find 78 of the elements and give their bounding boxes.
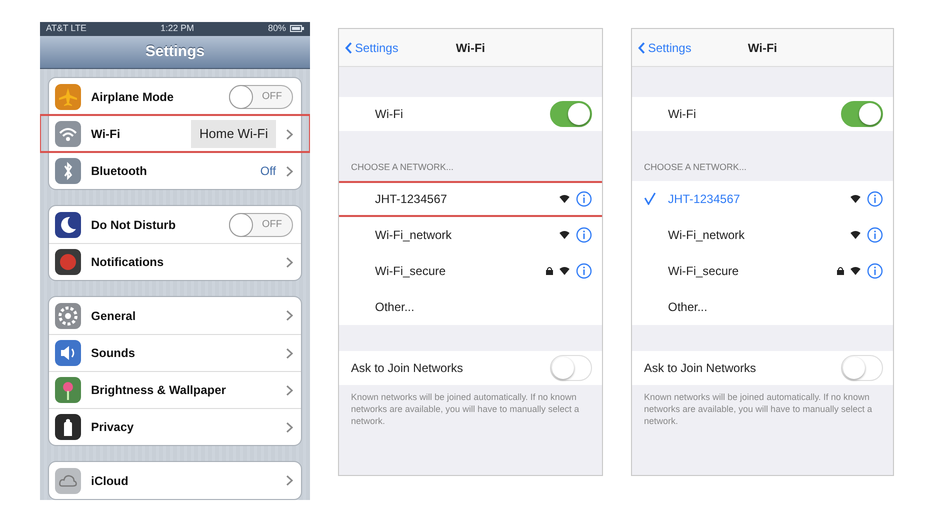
row-label: Do Not Disturb — [91, 216, 177, 234]
network-name: JHT-1234567 — [668, 190, 742, 208]
row-label: Airplane Mode — [91, 88, 175, 106]
network-name: Wi-Fi_network — [668, 226, 746, 244]
network-name: Wi-Fi_secure — [375, 262, 447, 280]
settings-row[interactable]: General — [49, 297, 301, 334]
info-icon[interactable] — [576, 226, 592, 242]
footnote-text: Known networks will be joined automatically. If no known networks are available, you will have to manually select a network. — [643, 390, 874, 428]
network-row[interactable]: Wi-Fi_secure — [339, 252, 602, 288]
wifi-signal-icon — [850, 194, 861, 203]
chevron-icon — [286, 422, 293, 432]
wifi-signal-icon — [559, 230, 570, 239]
screen-title: Wi-Fi — [748, 40, 778, 56]
settings-row[interactable]: Bluetooth Off — [49, 152, 301, 189]
network-row[interactable]: Wi-Fi_network — [339, 216, 602, 252]
wifi-signal-icon — [850, 230, 861, 239]
footnote-text: Known networks will be joined automatically. If no known networks are available, you will have to manually select a network. — [350, 390, 580, 428]
settings-row[interactable]: iCloud — [49, 462, 301, 499]
row-label: Wi-Fi — [668, 106, 696, 123]
other-network-link[interactable]: Other... — [668, 298, 883, 316]
settings-row[interactable]: Do Not Disturb OFF — [49, 206, 301, 243]
row-label: Sounds — [91, 345, 136, 362]
back-link[interactable]: Settings — [632, 38, 692, 56]
wifi-signal-icon — [850, 266, 861, 275]
info-icon[interactable] — [576, 262, 592, 278]
checkmark-icon — [644, 192, 656, 204]
settings-row[interactable]: Notifications — [49, 243, 301, 280]
chevron-icon — [286, 256, 293, 268]
row-label: Wi-Fi — [375, 106, 403, 123]
toggle-switch[interactable] — [550, 101, 592, 127]
info-icon[interactable] — [867, 262, 883, 278]
row-label: Ask to Join Networks — [351, 360, 464, 376]
row-label: iCloud — [91, 472, 130, 490]
chevron-icon — [286, 384, 293, 396]
network-row[interactable]: Wi-Fi_network — [632, 216, 893, 252]
settings-row[interactable]: Wi-Fi Home Wi-Fi — [40, 115, 310, 152]
row-label: General — [91, 308, 137, 324]
back-chevron-icon — [345, 42, 352, 54]
row-label: Brightness & Wallpaper — [91, 382, 227, 399]
info-icon[interactable] — [867, 190, 883, 206]
network-name: Wi-Fi_network — [375, 226, 453, 244]
network-name: JHT-1234567 — [375, 190, 448, 208]
row-label: Privacy — [91, 419, 135, 436]
row-value: Home Wi-Fi — [191, 120, 276, 148]
chevron-icon — [286, 166, 293, 176]
chevron-icon — [286, 128, 293, 140]
network-row[interactable]: Wi-Fi_secure — [632, 252, 893, 288]
network-row[interactable]: JHT-1234567 — [632, 180, 893, 216]
status-time: 1:22 PM — [160, 22, 194, 35]
screen-title: Wi-Fi — [456, 40, 486, 56]
carrier-label: AT&T LTE — [46, 22, 87, 35]
row-value: Off — [260, 163, 276, 180]
back-link[interactable]: Settings — [339, 38, 398, 56]
chevron-icon — [286, 348, 293, 358]
toggle-switch[interactable] — [841, 101, 883, 127]
network-row[interactable]: JHT-1234567 — [339, 180, 602, 216]
info-icon[interactable] — [867, 226, 883, 242]
settings-row[interactable]: Sounds — [49, 334, 301, 371]
battery-icon — [290, 25, 304, 32]
row-label: Notifications — [91, 254, 165, 271]
row-label: Wi-Fi — [91, 126, 122, 143]
back-chevron-icon — [638, 42, 645, 54]
chevron-icon — [286, 310, 293, 321]
screen-title: Settings — [145, 42, 205, 62]
info-icon[interactable] — [576, 190, 592, 206]
settings-row[interactable]: Airplane Mode OFF — [49, 78, 301, 115]
chevron-icon — [286, 475, 293, 486]
settings-row[interactable]: Privacy — [49, 408, 301, 445]
settings-row[interactable]: Brightness & Wallpaper — [49, 371, 301, 408]
wifi-signal-icon — [559, 266, 570, 275]
row-label: Bluetooth — [91, 163, 148, 180]
section-header: CHOOSE A NETWORK... — [350, 161, 455, 174]
battery-percent: 80% — [268, 22, 286, 35]
section-header: CHOOSE A NETWORK... — [643, 161, 748, 174]
row-label: Ask to Join Networks — [644, 360, 756, 376]
network-name: Wi-Fi_secure — [668, 262, 740, 280]
other-network-link[interactable]: Other... — [375, 298, 592, 316]
wifi-signal-icon — [559, 194, 570, 203]
